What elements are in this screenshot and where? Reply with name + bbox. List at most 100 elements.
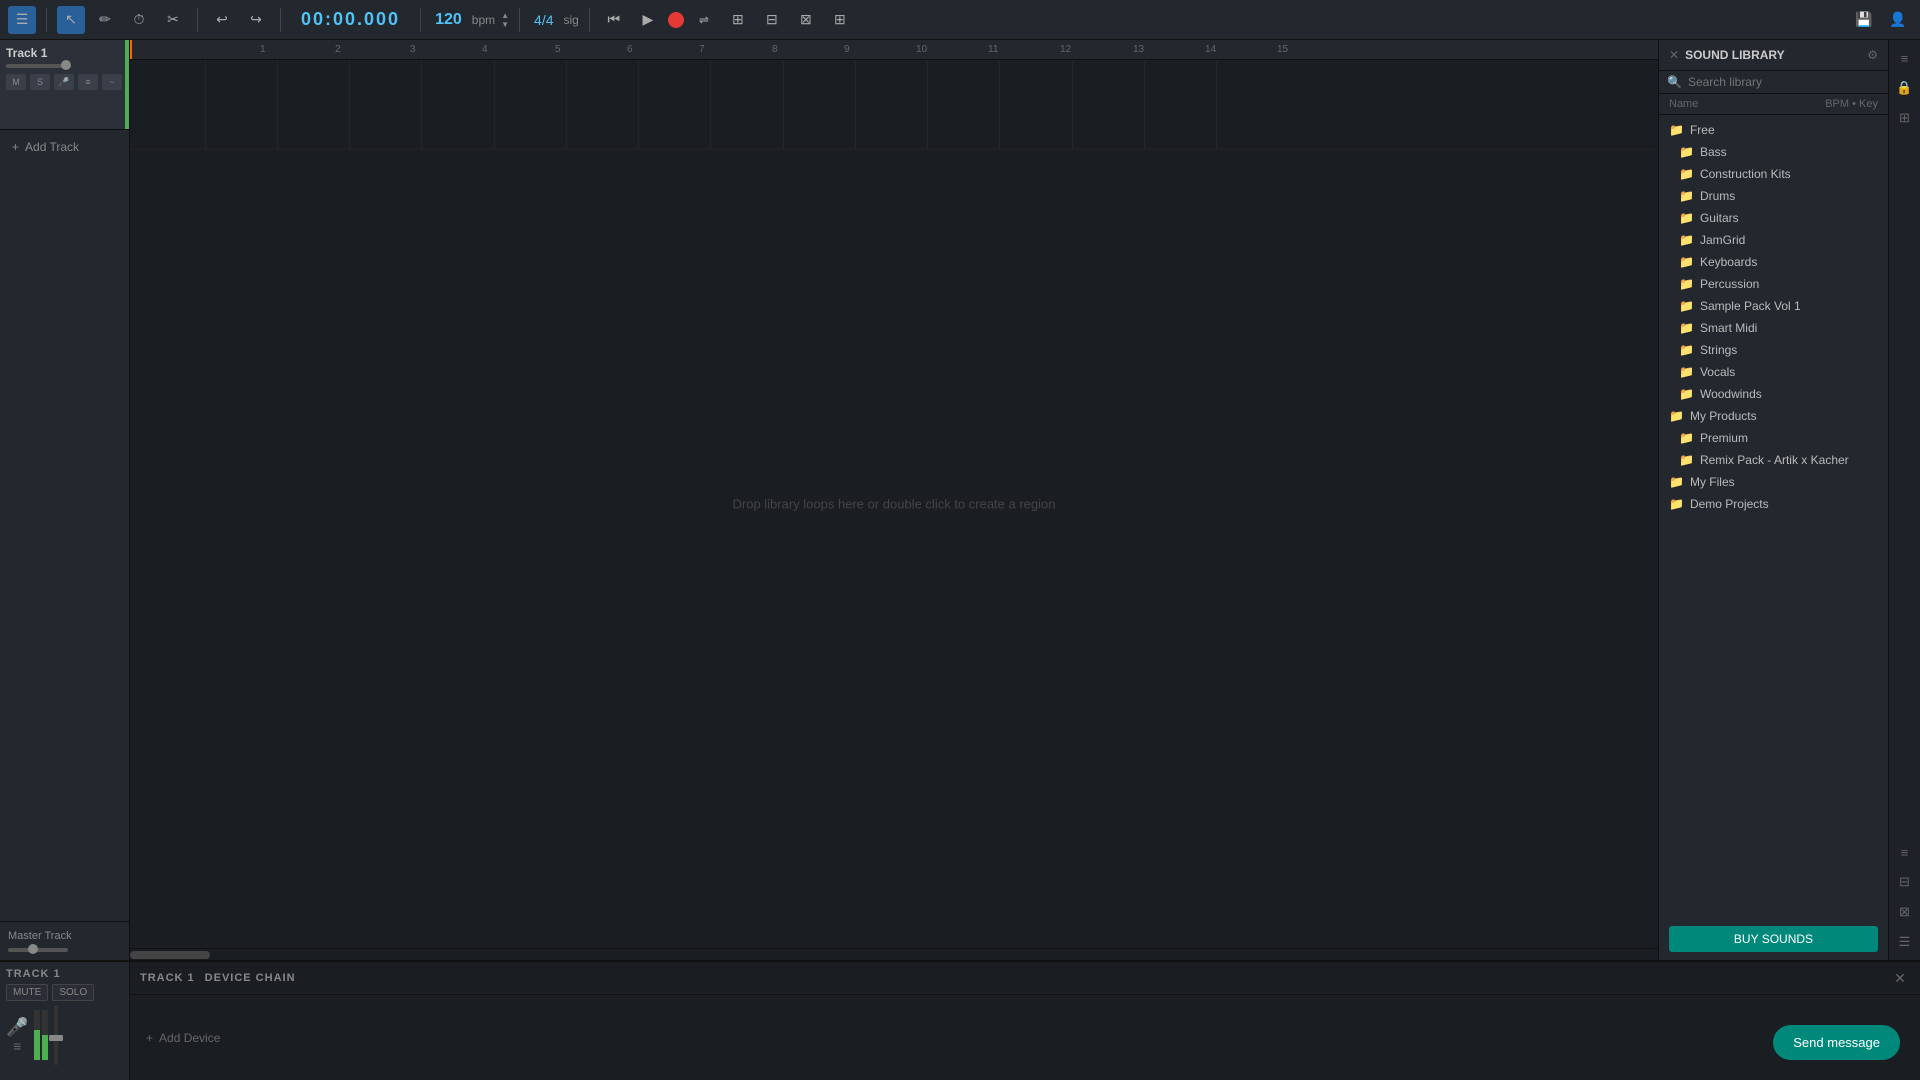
menu-button[interactable]: ☰ — [8, 6, 36, 34]
far-right-btn-7[interactable]: ☰ — [1893, 930, 1917, 954]
grid-line — [783, 60, 784, 149]
sep-6 — [589, 8, 590, 32]
playhead — [130, 40, 132, 59]
master-volume-slider[interactable] — [8, 948, 68, 952]
far-right-btn-3[interactable]: ⊞ — [1893, 106, 1917, 130]
folder-icon: 📁 — [1679, 189, 1694, 203]
grid-line — [710, 60, 711, 149]
close-library-icon[interactable]: ✕ — [1669, 48, 1679, 62]
search-icon: 🔍 — [1667, 75, 1682, 89]
far-right-panel: ≡ 🔒 ⊞ ≡ ⊟ ⊠ ☰ — [1888, 40, 1920, 960]
far-right-btn-6[interactable]: ⊠ — [1893, 900, 1917, 924]
folder-icon: 📁 — [1679, 299, 1694, 313]
item-label-demo-projects: Demo Projects — [1690, 497, 1769, 511]
h-scroll[interactable] — [130, 948, 1658, 960]
arrange-grid[interactable]: Drop library loops here or double click … — [130, 60, 1658, 948]
track-1-grid-row[interactable] — [130, 60, 1658, 150]
track-btn2[interactable]: ⊟ — [758, 6, 786, 34]
library-item-keyboards[interactable]: 📁 Keyboards — [1659, 251, 1888, 273]
channel-fader[interactable] — [54, 1005, 58, 1065]
track-auto-btn[interactable]: ~ — [102, 74, 122, 90]
close-device-chain-btn[interactable]: ✕ — [1890, 968, 1910, 988]
ruler-mark-8: 8 — [772, 44, 778, 55]
col-bpm-key: BPM • Key — [1825, 98, 1878, 110]
track-solo-btn[interactable]: S — [30, 74, 50, 90]
grid-line — [349, 60, 350, 149]
track-record-btn[interactable]: 🎤 — [54, 74, 74, 90]
library-item-percussion[interactable]: 📁 Percussion — [1659, 273, 1888, 295]
library-item-sample-pack[interactable]: 📁 Sample Pack Vol 1 — [1659, 295, 1888, 317]
level-right-fill — [42, 1035, 48, 1060]
add-track-icon: + — [12, 140, 19, 154]
bpm-arrows[interactable]: ▲▼ — [501, 11, 509, 29]
track-mute-btn[interactable]: M — [6, 74, 26, 90]
user-btn[interactable]: 👤 — [1884, 6, 1912, 34]
arrange-area: 1 2 3 4 5 6 7 8 9 10 11 12 13 14 15 — [130, 40, 1658, 960]
library-filter-icon[interactable]: ⚙ — [1867, 48, 1878, 62]
grid-line — [566, 60, 567, 149]
library-item-woodwinds[interactable]: 📁 Woodwinds — [1659, 383, 1888, 405]
track-btn3[interactable]: ⊠ — [792, 6, 820, 34]
ruler-mark-5: 5 — [555, 44, 561, 55]
library-item-smart-midi[interactable]: 📁 Smart Midi — [1659, 317, 1888, 339]
add-device-btn[interactable]: + Add Device — [146, 1031, 220, 1045]
item-label-my-products: My Products — [1690, 409, 1757, 423]
library-item-my-products[interactable]: 📁 My Products — [1659, 405, 1888, 427]
item-label-construction-kits: Construction Kits — [1700, 167, 1791, 181]
buy-sounds-btn[interactable]: BUY SOUNDS — [1669, 926, 1878, 952]
select-tool[interactable]: ↖ — [57, 6, 85, 34]
add-track-label: Add Track — [25, 140, 79, 154]
library-item-guitars[interactable]: 📁 Guitars — [1659, 207, 1888, 229]
track-mixer-btn[interactable]: ≡ — [78, 74, 98, 90]
track-btn4[interactable]: ⊞ — [826, 6, 854, 34]
send-message-btn[interactable]: Send message — [1773, 1025, 1900, 1060]
library-item-bass[interactable]: 📁 Bass — [1659, 141, 1888, 163]
item-label-free: Free — [1690, 123, 1715, 137]
library-item-drums[interactable]: 📁 Drums — [1659, 185, 1888, 207]
folder-icon: 📁 — [1679, 453, 1694, 467]
undo-btn[interactable]: ↩ — [208, 6, 236, 34]
library-item-vocals[interactable]: 📁 Vocals — [1659, 361, 1888, 383]
library-title: SOUND LIBRARY — [1685, 48, 1861, 62]
device-chain-area: TRACK 1 DEVICE CHAIN ✕ + Add Device — [130, 960, 1920, 1080]
folder-icon: 📁 — [1679, 431, 1694, 445]
track-btn1[interactable]: ⊞ — [724, 6, 752, 34]
h-scroll-thumb[interactable] — [130, 951, 210, 959]
library-item-strings[interactable]: 📁 Strings — [1659, 339, 1888, 361]
col-name: Name — [1669, 98, 1698, 110]
cut-tool[interactable]: ✂ — [159, 6, 187, 34]
library-item-my-files[interactable]: 📁 My Files — [1659, 471, 1888, 493]
skip-back-btn[interactable]: ⏮ — [600, 6, 628, 34]
level-meter — [34, 1010, 48, 1060]
timeline-ruler: 1 2 3 4 5 6 7 8 9 10 11 12 13 14 15 — [130, 40, 1658, 60]
far-right-btn-4[interactable]: ≡ — [1893, 840, 1917, 864]
search-input[interactable] — [1688, 75, 1880, 89]
volume-slider[interactable] — [6, 64, 66, 68]
redo-btn[interactable]: ↪ — [242, 6, 270, 34]
fader-thumb[interactable] — [49, 1035, 63, 1041]
ruler-mark-9: 9 — [844, 44, 850, 55]
record-btn[interactable] — [668, 12, 684, 28]
play-btn[interactable]: ▶ — [634, 6, 662, 34]
library-item-premium[interactable]: 📁 Premium — [1659, 427, 1888, 449]
save-btn[interactable]: 💾 — [1850, 6, 1878, 34]
clock-tool[interactable]: ⏱ — [125, 6, 153, 34]
pencil-tool[interactable]: ✏ — [91, 6, 119, 34]
library-item-demo-projects[interactable]: 📁 Demo Projects — [1659, 493, 1888, 515]
mute-btn[interactable]: MUTE — [6, 984, 48, 1001]
level-left-fill — [34, 1030, 40, 1060]
solo-btn[interactable]: SOLO — [52, 984, 94, 1001]
library-item-free[interactable]: 📁 Free — [1659, 119, 1888, 141]
folder-icon: 📁 — [1679, 321, 1694, 335]
far-right-btn-2[interactable]: 🔒 — [1893, 76, 1917, 100]
library-item-construction-kits[interactable]: 📁 Construction Kits — [1659, 163, 1888, 185]
library-item-jamgrid[interactable]: 📁 JamGrid — [1659, 229, 1888, 251]
loop-btn[interactable]: ⇌ — [690, 6, 718, 34]
grid-line — [1072, 60, 1073, 149]
far-right-btn-1[interactable]: ≡ — [1893, 46, 1917, 70]
far-right-btn-5[interactable]: ⊟ — [1893, 870, 1917, 894]
library-item-remix-pack[interactable]: 📁 Remix Pack - Artik x Kacher — [1659, 449, 1888, 471]
add-track-btn[interactable]: + Add Track — [0, 130, 129, 164]
folder-icon: 📁 — [1679, 255, 1694, 269]
grid-line — [927, 60, 928, 149]
